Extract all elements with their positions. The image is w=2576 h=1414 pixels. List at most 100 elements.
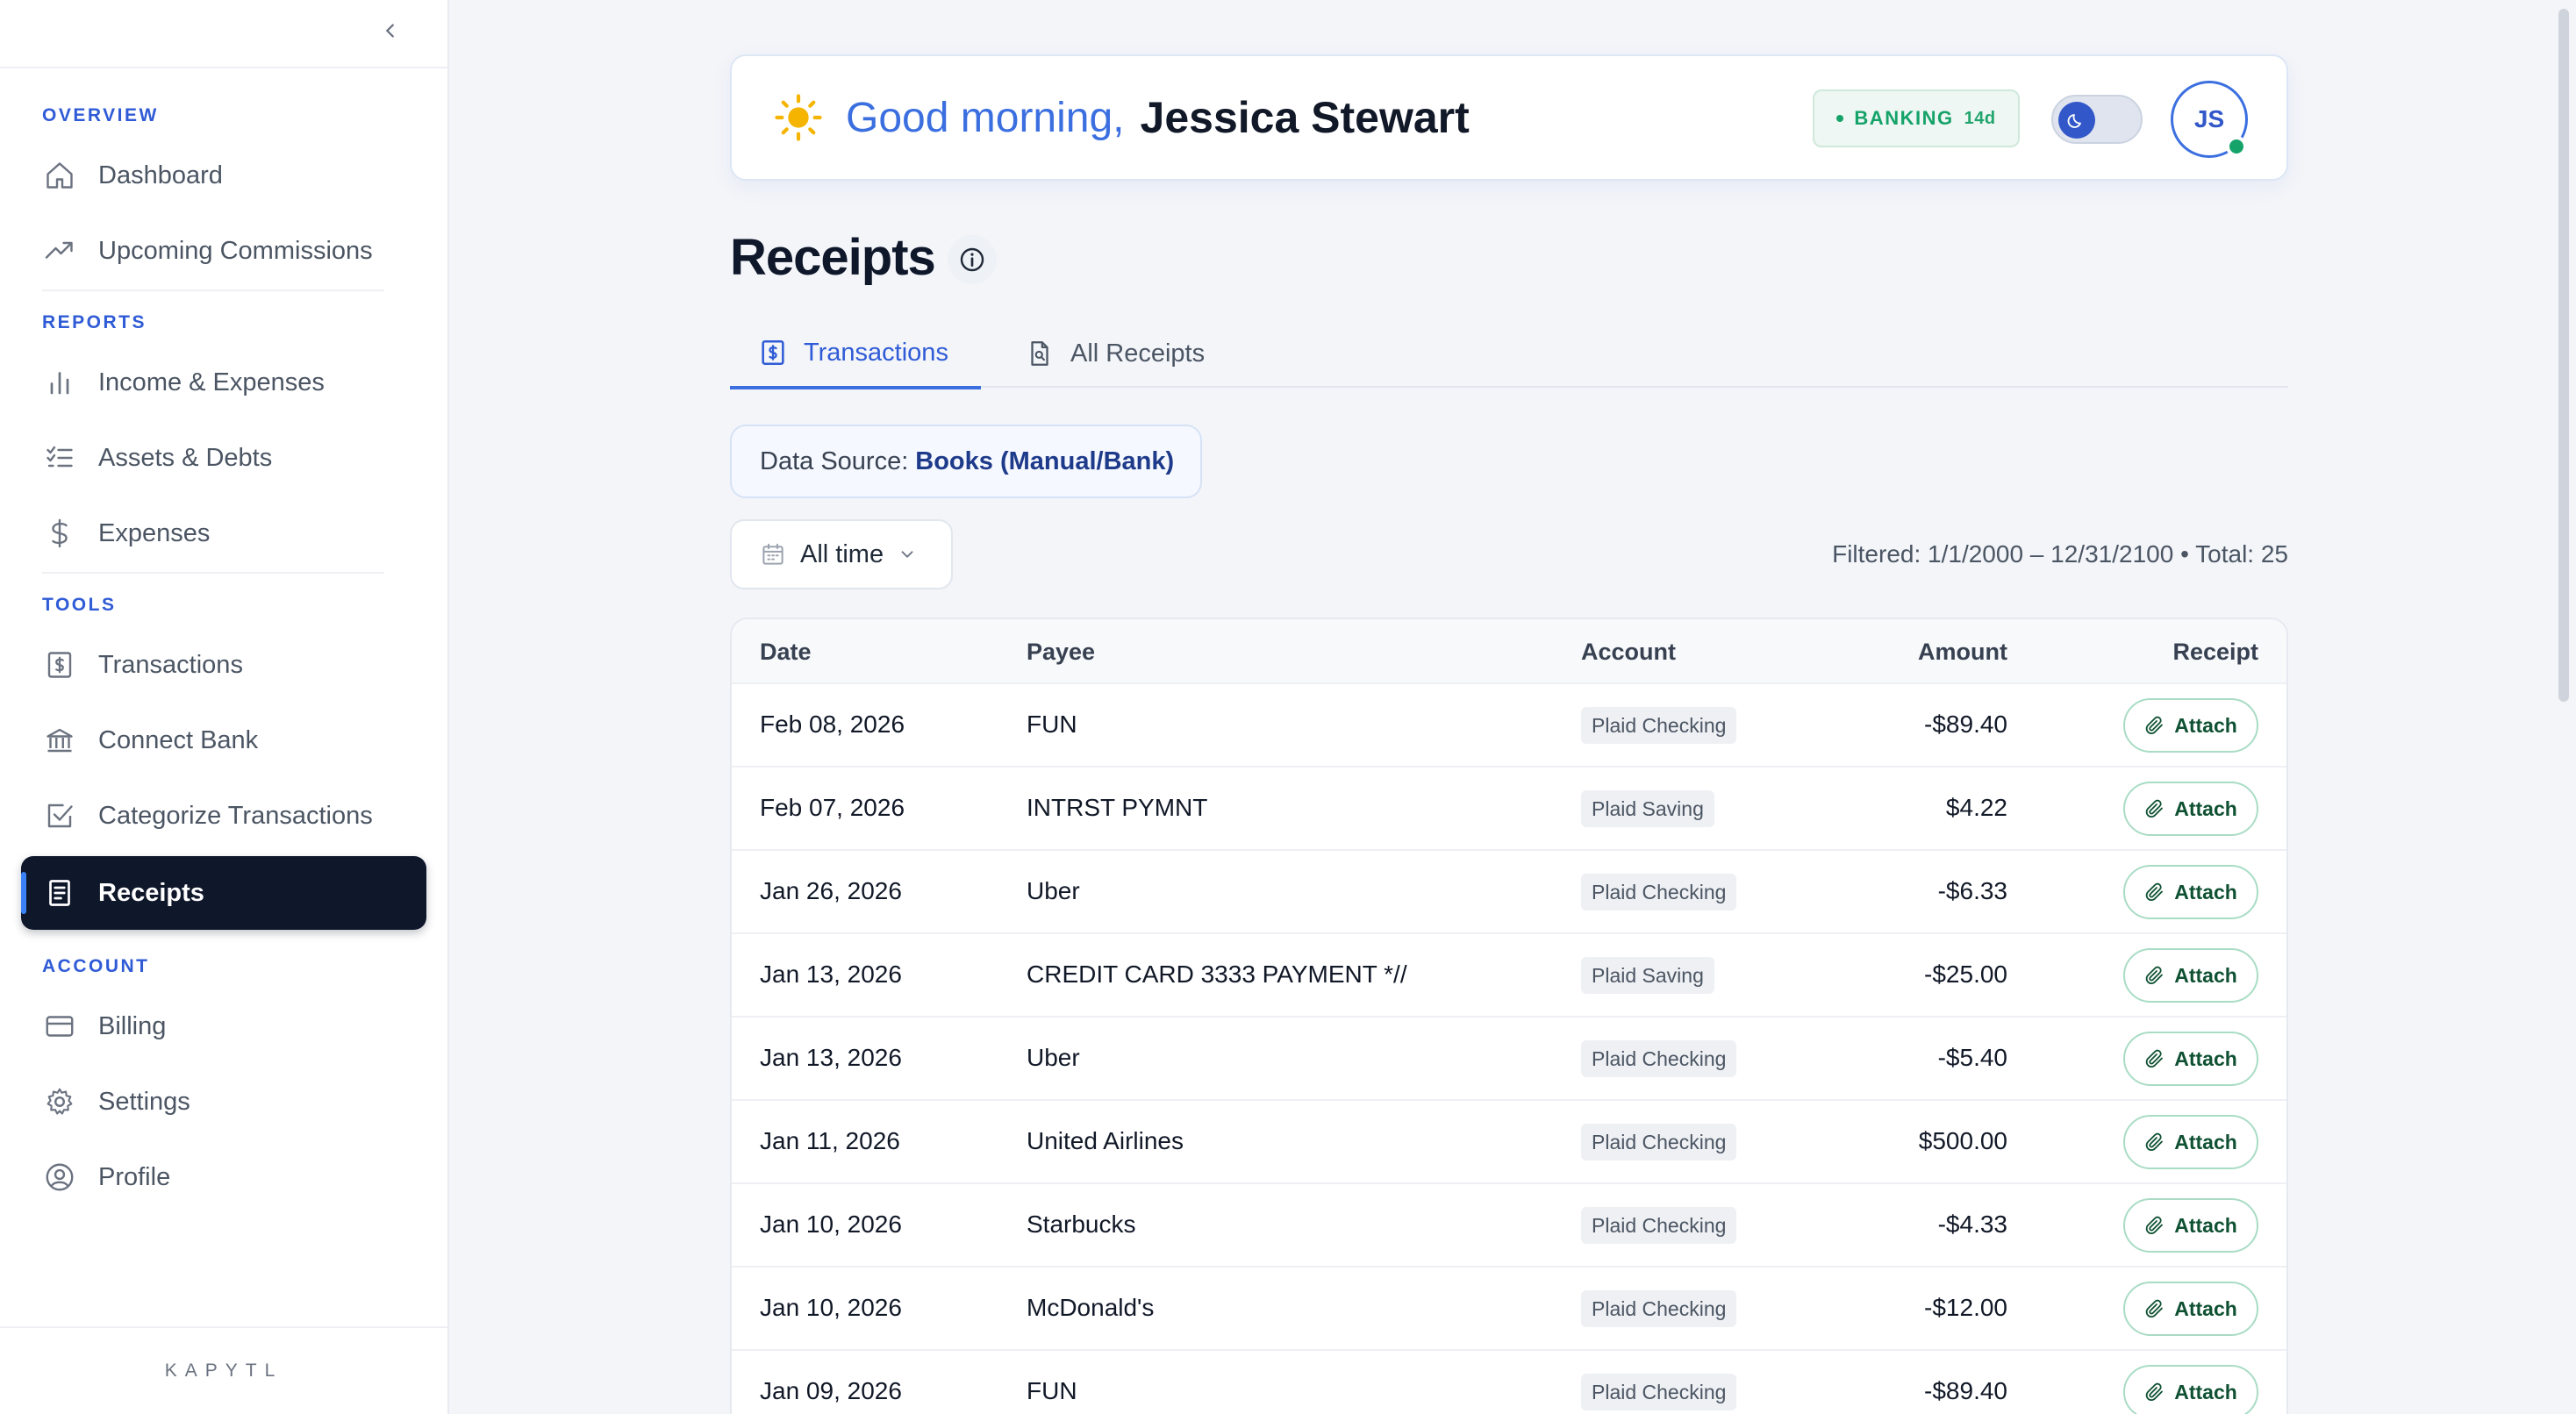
sidebar-footer: KAPYTL (0, 1326, 447, 1414)
attach-receipt-button[interactable]: Attach (2123, 1365, 2258, 1414)
bar-chart-icon (42, 365, 77, 400)
cell-date: Feb 07, 2026 (760, 794, 905, 821)
attach-label: Attach (2174, 880, 2237, 903)
attach-label: Attach (2174, 713, 2237, 737)
sidebar-item-billing[interactable]: Billing (21, 989, 426, 1063)
table-row[interactable]: Jan 13, 2026 CREDIT CARD 3333 PAYMENT *//… (732, 932, 2286, 1016)
sidebar-item-expenses[interactable]: Expenses (21, 496, 426, 570)
data-source-pill[interactable]: Data Source: Books (Manual/Bank) (730, 425, 1202, 498)
date-range-dropdown[interactable]: All time (730, 519, 953, 589)
status-dot (1836, 115, 1844, 122)
attach-receipt-button[interactable]: Attach (2123, 1032, 2258, 1086)
cell-amount: -$5.40 (1937, 1044, 2007, 1071)
avatar[interactable]: JS (2171, 81, 2248, 158)
cell-amount: -$89.40 (1924, 711, 2007, 738)
attach-label: Attach (2174, 1213, 2237, 1237)
calendar-icon (762, 543, 784, 565)
sidebar-item-assets-debts[interactable]: Assets & Debts (21, 421, 426, 495)
sidebar-item-profile[interactable]: Profile (21, 1140, 426, 1214)
attach-label: Attach (2174, 1380, 2237, 1403)
cell-payee: Starbucks (1027, 1210, 1136, 1238)
attach-label: Attach (2174, 1046, 2237, 1070)
info-button[interactable] (948, 235, 997, 284)
date-range-value: All time (800, 539, 884, 568)
attach-receipt-button[interactable]: Attach (2123, 865, 2258, 919)
filter-summary: Filtered: 1/1/2000 – 12/31/2100 • Total:… (1832, 540, 2288, 568)
sidebar-item-categorize-transactions[interactable]: Categorize Transactions (21, 779, 426, 853)
attach-receipt-button[interactable]: Attach (2123, 1282, 2258, 1336)
page-scrollbar[interactable] (2558, 9, 2569, 702)
table-row[interactable]: Feb 08, 2026 FUN Plaid Checking -$89.40 Atta… (732, 682, 2286, 766)
page-title: Receipts (730, 229, 936, 286)
tab-bar: Transactions All Receipts (730, 319, 2288, 389)
table-row[interactable]: Jan 09, 2026 FUN Plaid Checking -$89.40 Atta… (732, 1349, 2286, 1414)
document-search-icon (1031, 341, 1048, 366)
attach-receipt-button[interactable]: Attach (2123, 948, 2258, 1003)
paperclip-icon (2144, 882, 2165, 903)
column-header-account: Account (1581, 639, 1676, 665)
sidebar-item-label: Settings (98, 1087, 190, 1116)
tab-label: Transactions (804, 338, 948, 367)
account-tag: Plaid Checking (1581, 1207, 1737, 1244)
table-row[interactable]: Jan 26, 2026 Uber Plaid Checking -$6.33 Atta… (732, 849, 2286, 932)
tab-transactions[interactable]: Transactions (730, 319, 981, 389)
chevron-left-icon (385, 24, 394, 38)
theme-toggle[interactable] (2051, 95, 2143, 144)
user-circle-icon (42, 1160, 77, 1195)
online-indicator (2226, 136, 2247, 157)
section-account: ACCOUNT (42, 956, 150, 976)
sidebar-item-settings[interactable]: Settings (21, 1065, 426, 1139)
sidebar-item-label: Expenses (98, 518, 211, 547)
credit-card-icon (42, 1009, 77, 1044)
data-source-label: Data Source: (760, 446, 909, 475)
tab-all-receipts[interactable]: All Receipts (997, 319, 1233, 388)
column-header-amount: Amount (1918, 639, 2007, 665)
cell-date: Jan 10, 2026 (760, 1294, 902, 1321)
cell-payee: Uber (1027, 877, 1080, 904)
attach-receipt-button[interactable]: Attach (2123, 1115, 2258, 1169)
cell-amount: -$89.40 (1924, 1377, 2007, 1404)
sidebar-item-label: Upcoming Commissions (98, 236, 373, 265)
attach-receipt-button[interactable]: Attach (2123, 1198, 2258, 1253)
sidebar-item-label: Connect Bank (98, 725, 259, 754)
badge-days: 14d (1964, 108, 1996, 128)
sidebar-item-label: Transactions (98, 650, 243, 679)
account-tag: Plaid Checking (1581, 1124, 1737, 1160)
brand-logo-text: KAPYTL (164, 1360, 283, 1381)
column-header-receipt: Receipt (2172, 639, 2258, 665)
moon-icon (2058, 102, 2095, 139)
sidebar-item-upcoming-commissions[interactable]: Upcoming Commissions (21, 214, 426, 288)
sidebar-item-label: Categorize Transactions (98, 801, 373, 830)
table-row[interactable]: Jan 11, 2026 United Airlines Plaid Checkin… (732, 1099, 2286, 1182)
dollar-icon (42, 516, 77, 551)
banking-status-badge: BANKING 14d (1813, 89, 2020, 147)
account-tag: Plaid Checking (1581, 707, 1737, 744)
sidebar-item-income-expenses[interactable]: Income & Expenses (21, 346, 426, 419)
sidebar-item-transactions[interactable]: Transactions (21, 628, 426, 702)
cell-date: Jan 13, 2026 (760, 961, 902, 988)
paperclip-icon (2144, 798, 2165, 819)
trending-up-icon (42, 233, 77, 268)
paperclip-icon (2144, 1132, 2165, 1153)
paperclip-icon (2144, 965, 2165, 986)
paperclip-icon (2144, 1215, 2165, 1236)
table-row[interactable]: Jan 10, 2026 McDonald's Plaid Checking -$12… (732, 1266, 2286, 1349)
table-header: Date Payee Account Amount Receipt (732, 619, 2286, 682)
divider (42, 289, 384, 291)
table-row[interactable]: Feb 07, 2026 INTRST PYMNT Plaid Saving $4.2… (732, 766, 2286, 849)
badge-label: BANKING (1854, 107, 1954, 129)
gear-icon (42, 1084, 77, 1119)
sidebar-item-receipts[interactable]: Receipts (21, 856, 426, 930)
table-row[interactable]: Jan 10, 2026 Starbucks Plaid Checking -$4.3… (732, 1182, 2286, 1266)
sidebar-item-connect-bank[interactable]: Connect Bank (21, 703, 426, 777)
collapse-sidebar-button[interactable] (377, 18, 404, 44)
paperclip-icon (2144, 1048, 2165, 1069)
account-tag: Plaid Checking (1581, 874, 1737, 911)
sidebar-item-label: Profile (98, 1162, 171, 1191)
paperclip-icon (2144, 1298, 2165, 1319)
table-row[interactable]: Jan 13, 2026 Uber Plaid Checking -$5.40 Atta… (732, 1016, 2286, 1099)
sidebar-item-dashboard[interactable]: Dashboard (21, 139, 426, 212)
account-tag: Plaid Checking (1581, 1374, 1737, 1410)
attach-receipt-button[interactable]: Attach (2123, 782, 2258, 836)
attach-receipt-button[interactable]: Attach (2123, 698, 2258, 753)
